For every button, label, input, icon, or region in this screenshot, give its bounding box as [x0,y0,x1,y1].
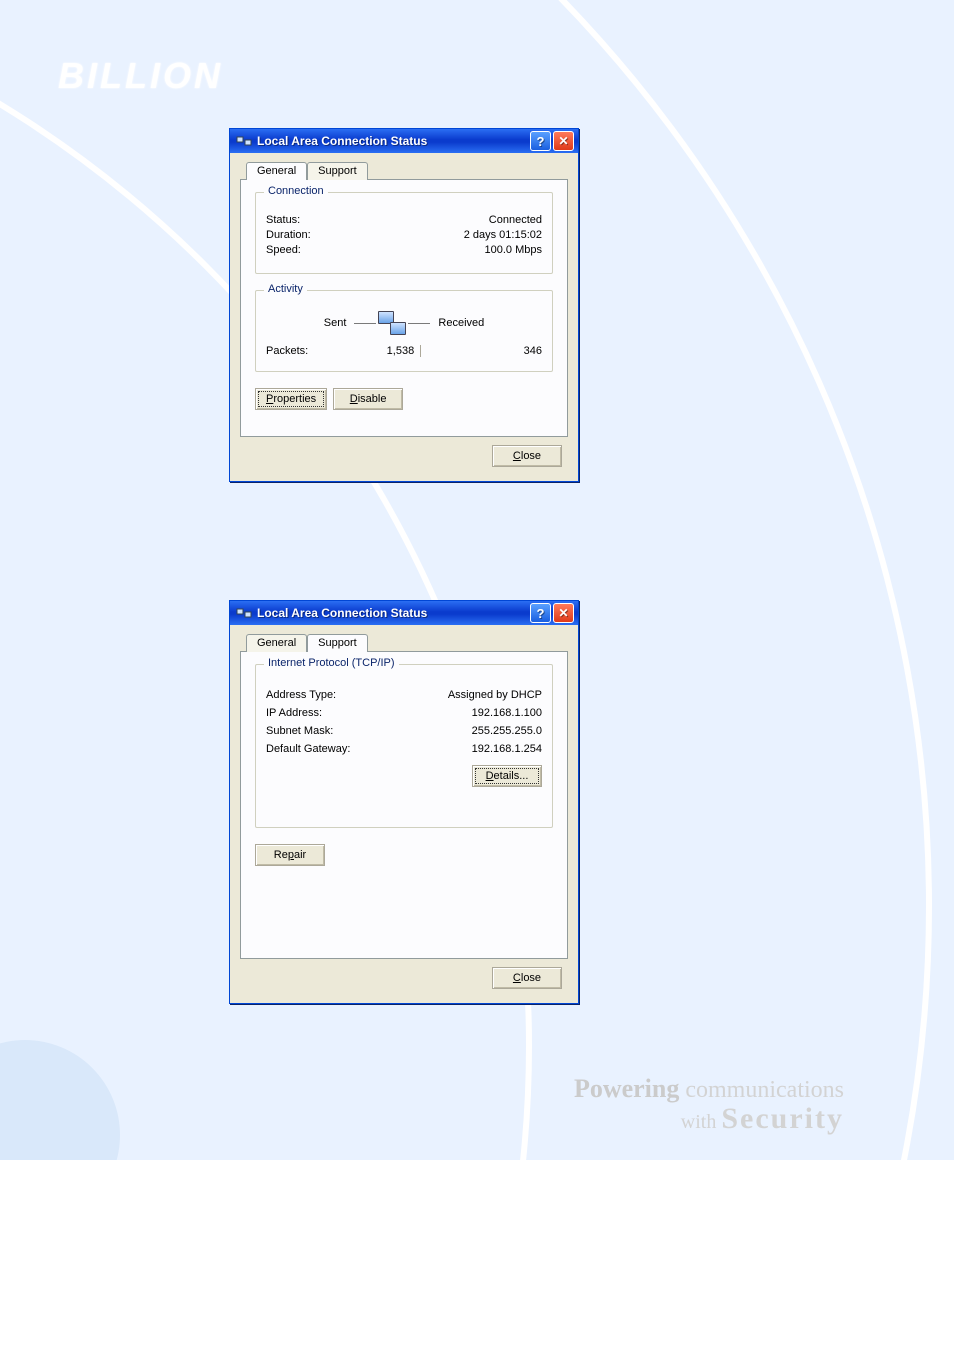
group-tcpip: Internet Protocol (TCP/IP) Address Type:… [255,664,553,828]
repair-button[interactable]: Repair [255,844,325,866]
tab-general[interactable]: General [246,634,307,652]
addrtype-label: Address Type: [266,689,336,701]
footer-watermark: Powering communications with Security [574,1075,844,1135]
close-button[interactable]: Close [492,967,562,989]
received-label: Received [438,317,484,329]
packets-sent: 1,538 [387,345,415,357]
duration-value: 2 days 01:15:02 [464,229,542,241]
titlebar: Local Area Connection Status ? ✕ [230,601,578,625]
group-activity: Activity Sent Received Packets: [255,290,553,372]
tabstrip: General Support [246,633,568,651]
close-icon[interactable]: ✕ [553,603,574,623]
tabstrip: General Support [246,161,568,179]
duration-label: Duration: [266,229,311,241]
speed-value: 100.0 Mbps [485,244,542,256]
button-row: Repair [255,844,553,866]
disable-button[interactable]: Disable [333,388,403,410]
ip-value: 192.168.1.100 [472,707,542,719]
legend-activity: Activity [264,283,307,295]
client-area: General Support Connection Status: Conne… [230,153,578,481]
close-row: Close [240,959,568,993]
window-title: Local Area Connection Status [257,606,528,620]
network-icon [236,133,252,149]
window-title: Local Area Connection Status [257,134,528,148]
speed-label: Speed: [266,244,301,256]
help-button[interactable]: ? [530,603,551,623]
status-value: Connected [489,214,542,226]
sent-label: Sent [324,317,347,329]
close-icon[interactable]: ✕ [553,131,574,151]
status-label: Status: [266,214,300,226]
gw-value: 192.168.1.254 [472,743,542,755]
close-row: Close [240,437,568,471]
legend-connection: Connection [264,185,328,197]
button-row: Properties Disable [255,388,553,410]
gw-label: Default Gateway: [266,743,350,755]
client-area: General Support Internet Protocol (TCP/I… [230,625,578,1003]
mask-label: Subnet Mask: [266,725,333,737]
activity-diagram: Sent Received [266,311,542,335]
legend-tcpip: Internet Protocol (TCP/IP) [264,657,399,669]
close-button[interactable]: Close [492,445,562,467]
tab-panel-general: Connection Status: Connected Duration: 2… [240,179,568,437]
packets-label: Packets: [266,345,357,357]
packets-received: 346 [451,345,542,357]
brand-logo: BILLION [58,55,223,97]
network-icon [236,605,252,621]
ip-label: IP Address: [266,707,322,719]
tab-support[interactable]: Support [307,162,368,180]
tab-panel-support: Internet Protocol (TCP/IP) Address Type:… [240,651,568,959]
network-activity-icon [378,311,406,335]
tab-general[interactable]: General [246,162,307,180]
help-button[interactable]: ? [530,131,551,151]
addrtype-value: Assigned by DHCP [448,689,542,701]
group-connection: Connection Status: Connected Duration: 2… [255,192,553,274]
lan-status-dialog-general: Local Area Connection Status ? ✕ General… [229,128,579,482]
details-button[interactable]: Details... [472,765,542,787]
lan-status-dialog-support: Local Area Connection Status ? ✕ General… [229,600,579,1004]
properties-button[interactable]: Properties [255,388,327,410]
mask-value: 255.255.255.0 [472,725,542,737]
tab-support[interactable]: Support [307,634,368,652]
titlebar: Local Area Connection Status ? ✕ [230,129,578,153]
